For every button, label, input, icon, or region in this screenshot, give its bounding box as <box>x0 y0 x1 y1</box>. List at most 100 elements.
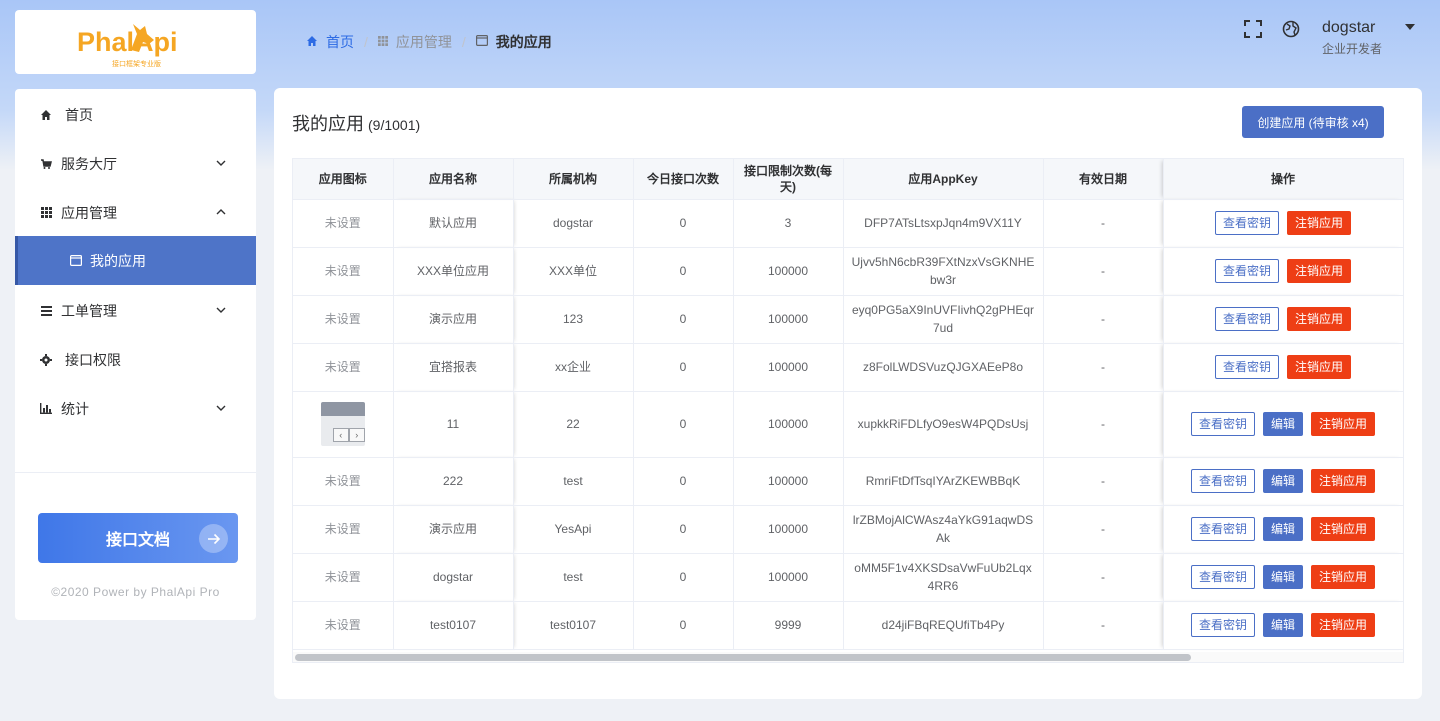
column-header: 今日接口次数 <box>633 159 734 200</box>
edit-app-button[interactable]: 编辑 <box>1262 469 1303 493</box>
cancel-app-button[interactable]: 注销应用 <box>1287 355 1352 379</box>
breadcrumb-current: 我的应用 <box>475 32 552 52</box>
expire-cell: - <box>1043 391 1164 458</box>
globe-icon[interactable] <box>1281 19 1301 39</box>
limit-cell: 100000 <box>733 247 844 296</box>
edit-app-button[interactable]: 编辑 <box>1262 613 1303 637</box>
breadcrumb-home-label: 首页 <box>326 34 354 50</box>
cancel-app-button[interactable]: 注销应用 <box>1311 517 1376 541</box>
breadcrumb-app-management[interactable]: 应用管理 <box>377 32 452 52</box>
sidebar-item-label: 服务大厅 <box>61 155 117 172</box>
org-cell: dogstar <box>513 199 634 248</box>
cancel-app-button[interactable]: 注销应用 <box>1311 412 1376 436</box>
column-header: 操作 <box>1163 159 1403 200</box>
view-key-button[interactable]: 查看密钥 <box>1190 469 1255 493</box>
column-header: 应用AppKey <box>843 159 1044 200</box>
bar-chart-icon <box>40 403 52 415</box>
cancel-app-button[interactable]: 注销应用 <box>1287 307 1352 331</box>
limit-cell: 100000 <box>733 553 844 602</box>
scrollbar-thumb[interactable] <box>295 654 1191 661</box>
expire-cell: - <box>1043 247 1164 296</box>
sidebar-item-home[interactable]: 首页 <box>15 90 256 139</box>
sidebar-item-tickets[interactable]: 工单管理 <box>15 286 256 335</box>
cancel-app-button[interactable]: 注销应用 <box>1287 259 1352 283</box>
expire-cell: - <box>1043 505 1164 554</box>
sidebar-item-my-apps[interactable]: 我的应用 <box>15 236 256 285</box>
caret-down-icon[interactable] <box>1405 22 1415 33</box>
user-name[interactable]: dogstar <box>1322 19 1375 37</box>
breadcrumb-current-label: 我的应用 <box>495 34 552 50</box>
column-header: 应用图标 <box>293 159 394 200</box>
api-docs-button[interactable]: 接口文档 <box>38 513 238 563</box>
view-key-button[interactable]: 查看密钥 <box>1214 307 1279 331</box>
fullscreen-icon[interactable] <box>1243 19 1263 39</box>
logo-text: PhalApi <box>77 27 178 57</box>
sidebar-item-services[interactable]: 服务大厅 <box>15 139 256 188</box>
cart-icon <box>40 158 52 170</box>
expire-cell: - <box>1043 343 1164 392</box>
today-calls-cell: 0 <box>633 601 734 650</box>
column-header: 有效日期 <box>1043 159 1164 200</box>
org-cell: test0107 <box>513 601 634 650</box>
view-key-button[interactable]: 查看密钥 <box>1214 211 1279 235</box>
view-key-button[interactable]: 查看密钥 <box>1190 412 1255 436</box>
horizontal-scrollbar[interactable] <box>293 652 1403 662</box>
window-icon <box>70 255 82 267</box>
table-row: 未设置 222 test 0 100000 RmriFtDfTsqIYArZKE… <box>293 457 1403 506</box>
column-header: 接口限制次数(每天) <box>733 159 844 200</box>
cancel-app-button[interactable]: 注销应用 <box>1287 211 1352 235</box>
app-name-cell: 11 <box>393 391 514 458</box>
actions-cell: 查看密钥 编辑 注销应用 <box>1163 601 1403 650</box>
actions-cell: 查看密钥 编辑 注销应用 <box>1163 505 1403 554</box>
actions-cell: 查看密钥 编辑 注销应用 <box>1163 553 1403 602</box>
actions-cell: 查看密钥 注销应用 <box>1163 199 1403 248</box>
sidebar-item-statistics[interactable]: 统计 <box>15 384 256 433</box>
org-cell: xx企业 <box>513 343 634 392</box>
actions-cell: 查看密钥 注销应用 <box>1163 247 1403 296</box>
appkey-cell: xupkkRiFDLfyO9esW4PQDsUsj <box>843 391 1044 458</box>
limit-cell: 100000 <box>733 295 844 344</box>
actions-cell: 查看密钥 注销应用 <box>1163 343 1403 392</box>
app-icon-cell: ‹ › <box>293 391 394 458</box>
limit-cell: 100000 <box>733 391 844 458</box>
logo-subtitle: 接口框架专业版 <box>112 61 161 68</box>
grid-icon <box>377 35 388 49</box>
app-count: (9/1001) <box>368 117 421 133</box>
main-panel: 我的应用 (9/1001) 创建应用 (待审核 x4) 应用图标 应用名称 所属机… <box>274 88 1422 699</box>
cancel-app-button[interactable]: 注销应用 <box>1311 469 1376 493</box>
table-row: ‹ › 11 22 0 100000 xupkkRiFDLfyO9esW4PQD… <box>293 391 1403 458</box>
view-key-button[interactable]: 查看密钥 <box>1190 565 1255 589</box>
app-icon-cell: 未设置 <box>293 601 394 650</box>
breadcrumb: 首页 / 应用管理 / 我的应用 <box>306 32 552 52</box>
view-key-button[interactable]: 查看密钥 <box>1190 517 1255 541</box>
edit-app-button[interactable]: 编辑 <box>1262 517 1303 541</box>
expire-cell: - <box>1043 553 1164 602</box>
create-app-button[interactable]: 创建应用 (待审核 x4) <box>1242 106 1384 138</box>
actions-cell: 查看密钥 编辑 注销应用 <box>1163 457 1403 506</box>
window-icon <box>475 35 488 49</box>
cancel-app-button[interactable]: 注销应用 <box>1311 565 1376 589</box>
expire-cell: - <box>1043 457 1164 506</box>
org-cell: XXX单位 <box>513 247 634 296</box>
arrow-right-icon <box>199 524 228 553</box>
breadcrumb-home[interactable]: 首页 <box>306 32 354 52</box>
sidebar-item-label: 我的应用 <box>90 252 146 269</box>
edit-app-button[interactable]: 编辑 <box>1262 412 1303 436</box>
appkey-cell: oMM5F1v4XKSDsaVwFuUb2Lqx4RR6 <box>843 553 1044 602</box>
view-key-button[interactable]: 查看密钥 <box>1190 613 1255 637</box>
view-key-button[interactable]: 查看密钥 <box>1214 259 1279 283</box>
app-name-cell: XXX单位应用 <box>393 247 514 296</box>
edit-app-button[interactable]: 编辑 <box>1262 565 1303 589</box>
limit-cell: 100000 <box>733 343 844 392</box>
view-key-button[interactable]: 查看密钥 <box>1214 355 1279 379</box>
cancel-app-button[interactable]: 注销应用 <box>1311 613 1376 637</box>
limit-cell: 9999 <box>733 601 844 650</box>
logo[interactable]: PhalApi 接口框架专业版 <box>15 10 256 74</box>
appkey-cell: DFP7ATsLtsxpJqn4m9VX11Y <box>843 199 1044 248</box>
sidebar-item-app-management[interactable]: 应用管理 <box>15 188 256 237</box>
app-icon-cell: 未设置 <box>293 343 394 392</box>
list-icon <box>40 305 52 317</box>
sidebar-item-api-permissions[interactable]: 接口权限 <box>15 335 256 384</box>
app-icon-cell: 未设置 <box>293 199 394 248</box>
appkey-cell: d24jiFBqREQUfiTb4Py <box>843 601 1044 650</box>
